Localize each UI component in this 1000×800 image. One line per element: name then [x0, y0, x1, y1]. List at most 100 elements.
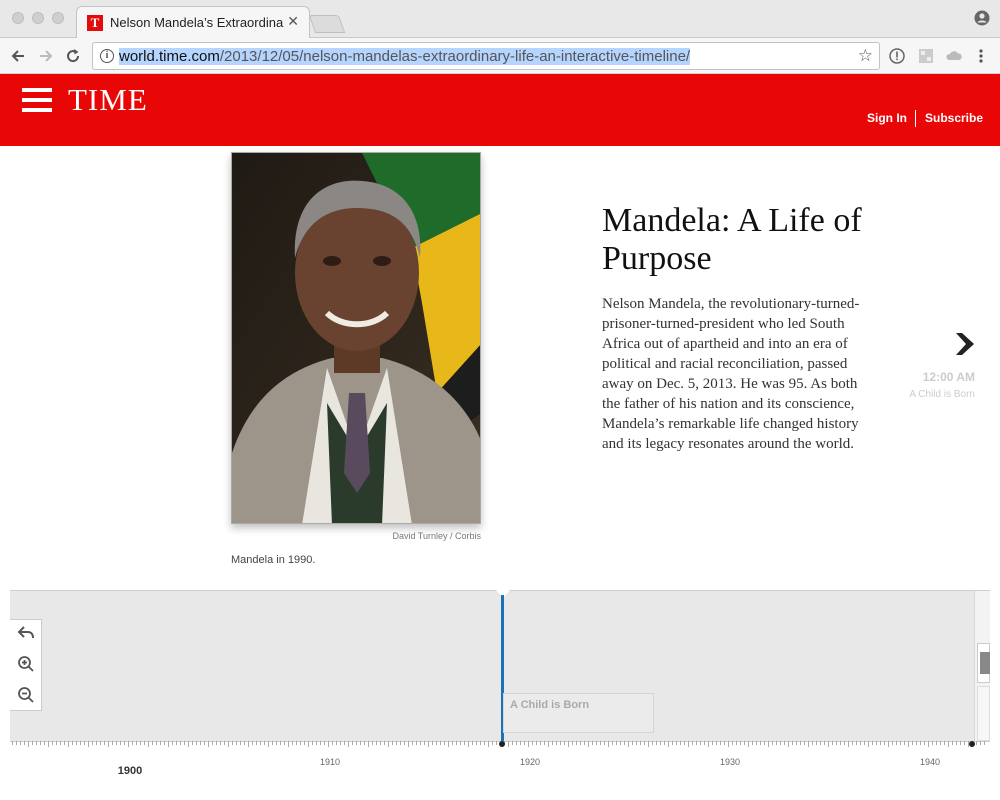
axis-tick [140, 741, 141, 745]
axis-tick [308, 741, 309, 747]
window-minimize-button[interactable] [32, 12, 44, 24]
axis-tick [180, 741, 181, 745]
next-chevron-icon[interactable] [952, 331, 976, 357]
axis-tick [820, 741, 821, 745]
axis-tick [124, 741, 125, 745]
address-bar[interactable]: i world.time.com/2013/12/05/nelson-mande… [92, 42, 880, 70]
axis-tick [260, 741, 261, 745]
axis-tick [652, 741, 653, 745]
back-arrow-icon[interactable] [8, 46, 28, 66]
time-favicon-icon: T [87, 15, 103, 31]
axis-tick [92, 741, 93, 745]
axis-tick [156, 741, 157, 745]
axis-tick [672, 741, 673, 745]
next-event-label[interactable]: A Child is Born [909, 389, 975, 400]
axis-tick [188, 741, 189, 747]
axis-year-label: 1920 [519, 757, 541, 767]
axis-tick [476, 741, 477, 745]
axis-tick [160, 741, 161, 745]
axis-tick [928, 741, 929, 747]
zoom-out-icon[interactable] [17, 686, 35, 704]
browser-menu-icon[interactable] [972, 47, 990, 65]
axis-tick [564, 741, 565, 745]
axis-tick [272, 741, 273, 745]
axis-tick [252, 741, 253, 745]
axis-tick [812, 741, 813, 745]
time-logo[interactable]: TIME [68, 82, 148, 118]
timeline-event-card[interactable]: A Child is Born [503, 693, 654, 733]
axis-tick [888, 741, 889, 747]
reload-icon[interactable] [63, 46, 83, 66]
next-event-time[interactable]: 12:00 AM [923, 370, 975, 384]
axis-tick [392, 741, 393, 745]
axis-tick [204, 741, 205, 745]
profile-icon[interactable] [974, 10, 990, 26]
axis-tick [496, 741, 497, 745]
axis-tick [116, 741, 117, 745]
axis-tick [416, 741, 417, 745]
forward-arrow-icon[interactable] [36, 46, 56, 66]
axis-tick [52, 741, 53, 745]
bookmark-star-icon[interactable]: ☆ [858, 46, 873, 66]
axis-tick [524, 741, 525, 745]
axis-tick [164, 741, 165, 745]
subscribe-link[interactable]: Subscribe [925, 111, 983, 125]
axis-tick [692, 741, 693, 745]
extension-info-icon[interactable] [888, 47, 906, 65]
axis-tick [16, 741, 17, 745]
axis-tick [632, 741, 633, 745]
timeline-axis[interactable]: 1900 1910 1920 1930 1940 [10, 741, 990, 800]
zoom-in-icon[interactable] [17, 655, 35, 673]
article-headline: Mandela: A Life of Purpose [602, 202, 862, 277]
axis-year-label: 1930 [719, 757, 741, 767]
axis-tick [916, 741, 917, 745]
next-event-card[interactable] [977, 686, 990, 741]
axis-tick [696, 741, 697, 745]
menu-hamburger-icon[interactable] [22, 88, 52, 112]
axis-tick [640, 741, 641, 745]
axis-tick [940, 741, 941, 745]
axis-tick [348, 741, 349, 747]
next-event-thumbnail[interactable] [977, 643, 990, 683]
new-tab-button[interactable] [308, 15, 346, 33]
axis-tick [912, 741, 913, 745]
axis-tick [636, 741, 637, 745]
axis-tick [96, 741, 97, 745]
axis-tick [864, 741, 865, 745]
axis-tick [552, 741, 553, 745]
tab-close-icon[interactable]: ✕ [287, 13, 299, 30]
axis-tick [576, 741, 577, 745]
extension-grid-icon[interactable] [917, 47, 935, 65]
window-zoom-button[interactable] [52, 12, 64, 24]
window-close-button[interactable] [12, 12, 24, 24]
axis-tick [144, 741, 145, 745]
axis-tick [620, 741, 621, 745]
browser-tab[interactable]: T Nelson Mandela’s Extraordinar ✕ [76, 6, 310, 39]
photo-caption: Mandela in 1990. [231, 554, 316, 566]
axis-tick [28, 741, 29, 747]
axis-tick [232, 741, 233, 745]
axis-tick [408, 741, 409, 747]
timeline-panel[interactable]: A Child is Born [10, 590, 990, 745]
axis-tick [612, 741, 613, 745]
axis-tick [112, 741, 113, 745]
url-text[interactable]: world.time.com/2013/12/05/nelson-mandela… [119, 48, 691, 65]
axis-tick [560, 741, 561, 745]
axis-tick [588, 741, 589, 747]
axis-tick [596, 741, 597, 745]
axis-tick [856, 741, 857, 745]
extension-cloud-icon[interactable] [945, 47, 963, 65]
axis-tick [228, 741, 229, 747]
axis-tick [904, 741, 905, 745]
axis-tick [544, 741, 545, 745]
back-to-start-icon[interactable] [17, 624, 35, 642]
axis-tick [952, 741, 953, 745]
axis-tick [292, 741, 293, 745]
sign-in-link[interactable]: Sign In [867, 111, 907, 125]
axis-tick [324, 741, 325, 745]
axis-tick [604, 741, 605, 745]
info-icon[interactable]: i [100, 49, 114, 63]
axis-tick [836, 741, 837, 745]
axis-tick [32, 741, 33, 745]
axis-tick [556, 741, 557, 745]
